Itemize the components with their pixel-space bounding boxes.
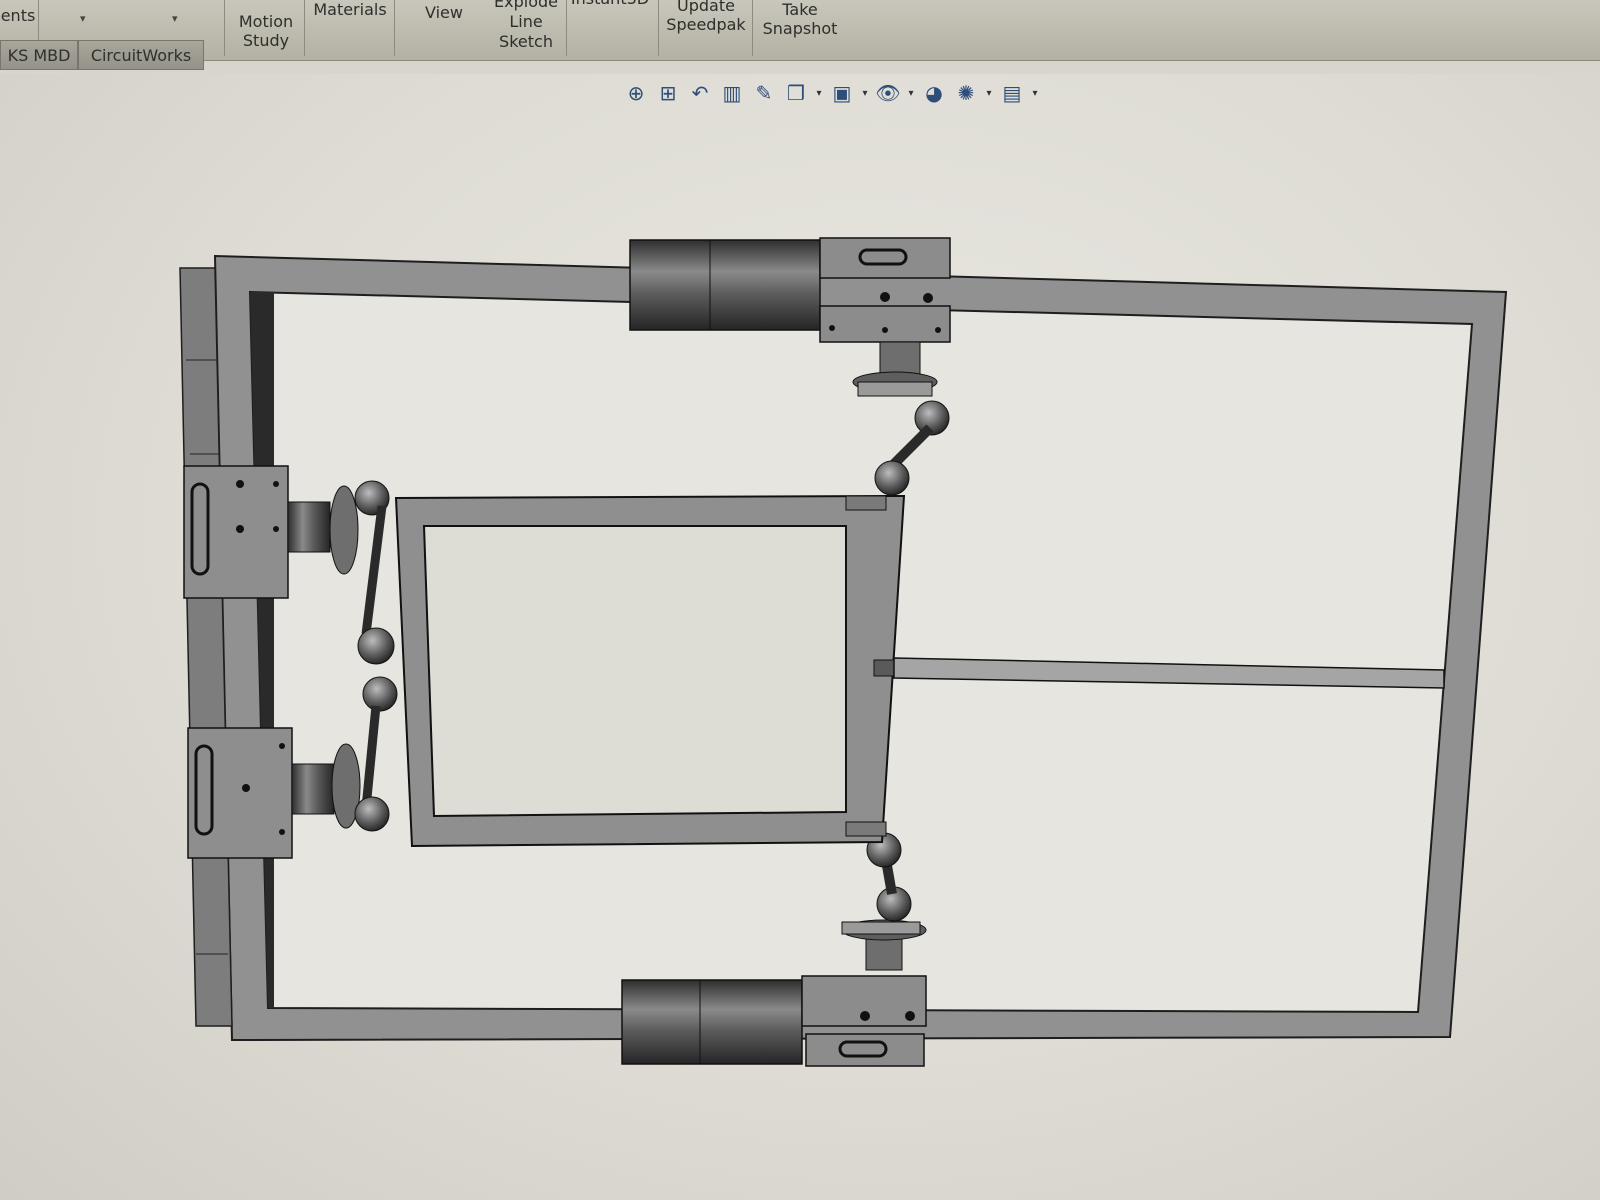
materials-label: Materials (313, 0, 387, 19)
tab-ks-mbd-label: KS MBD (7, 45, 71, 65)
update-label: Update (677, 0, 735, 15)
motion-study-label-1: Motion (238, 12, 294, 31)
command-manager-ribbon: ents ▾ ▾ Motion Study Materials View Exp… (0, 0, 1600, 61)
take-label: Take (782, 0, 818, 19)
view-button[interactable]: View (404, 0, 484, 56)
chevron-down-icon[interactable]: ▾ (906, 88, 916, 99)
tab-circuitworks[interactable]: CircuitWorks (78, 40, 204, 70)
ribbon-separator (752, 0, 753, 56)
motion-study-button[interactable]: Motion Study (228, 0, 304, 56)
zoom-to-fit-icon[interactable]: ⊕ (622, 79, 650, 107)
zoom-to-area-icon[interactable]: ⊞ (654, 79, 682, 107)
instant3d-label: Instant3D (571, 0, 649, 8)
tab-circuitworks-label: CircuitWorks (90, 45, 192, 65)
previous-view-icon[interactable]: ↶ (686, 79, 714, 107)
graphics-area[interactable] (0, 74, 1600, 1200)
update-speedpak-button[interactable]: Update Speedpak (662, 0, 750, 56)
view-settings-icon[interactable]: ▤ (998, 79, 1026, 107)
line-label: Line (509, 12, 543, 31)
snapshot-label: Snapshot (762, 19, 838, 38)
view-orientation-icon[interactable]: ❒ (782, 79, 810, 107)
display-style-icon[interactable]: ▣ (828, 79, 856, 107)
instant3d-button[interactable]: Instant3D (570, 0, 650, 56)
dynamic-annotation-icon[interactable]: ✎ (750, 79, 778, 107)
materials-button[interactable]: Materials (306, 0, 394, 56)
chevron-down-icon[interactable]: ▾ (80, 12, 86, 25)
chevron-down-icon[interactable]: ▾ (860, 88, 870, 99)
edit-appearance-icon[interactable]: ◕ (920, 79, 948, 107)
ribbon-separator (224, 0, 225, 56)
explode-line-sketch-button[interactable]: Explode Line Sketch (486, 0, 566, 56)
inner-gimbal-frame[interactable] (394, 494, 906, 848)
chevron-down-icon[interactable]: ▾ (984, 88, 994, 99)
heads-up-view-toolbar: ⊕ ⊞ ↶ ▥ ✎ ❒ ▾ ▣ ▾ 👁 ▾ ◕ ✺ ▾ ▤ ▾ (622, 76, 1092, 110)
view-label: View (425, 3, 463, 22)
explode-label: Explode (494, 0, 558, 11)
ribbon-separator (304, 0, 305, 56)
section-view-icon[interactable]: ▥ (718, 79, 746, 107)
speedpak-label: Speedpak (666, 15, 746, 34)
ribbon-separator (566, 0, 567, 56)
partial-ribbon-label: ents (0, 6, 36, 25)
take-snapshot-button[interactable]: Take Snapshot (756, 0, 844, 56)
tab-ks-mbd[interactable]: KS MBD (0, 40, 78, 70)
chevron-down-icon[interactable]: ▾ (1030, 88, 1040, 99)
motion-study-label-2: Study (242, 31, 290, 50)
chevron-down-icon[interactable]: ▾ (814, 88, 824, 99)
apply-scene-icon[interactable]: ✺ (952, 79, 980, 107)
sketch-label: Sketch (499, 32, 553, 51)
assembly-model[interactable] (0, 74, 1600, 1200)
hide-show-items-icon[interactable]: 👁 (874, 79, 902, 107)
ribbon-separator (658, 0, 659, 56)
ribbon-separator (394, 0, 395, 56)
chevron-down-icon[interactable]: ▾ (172, 12, 178, 25)
